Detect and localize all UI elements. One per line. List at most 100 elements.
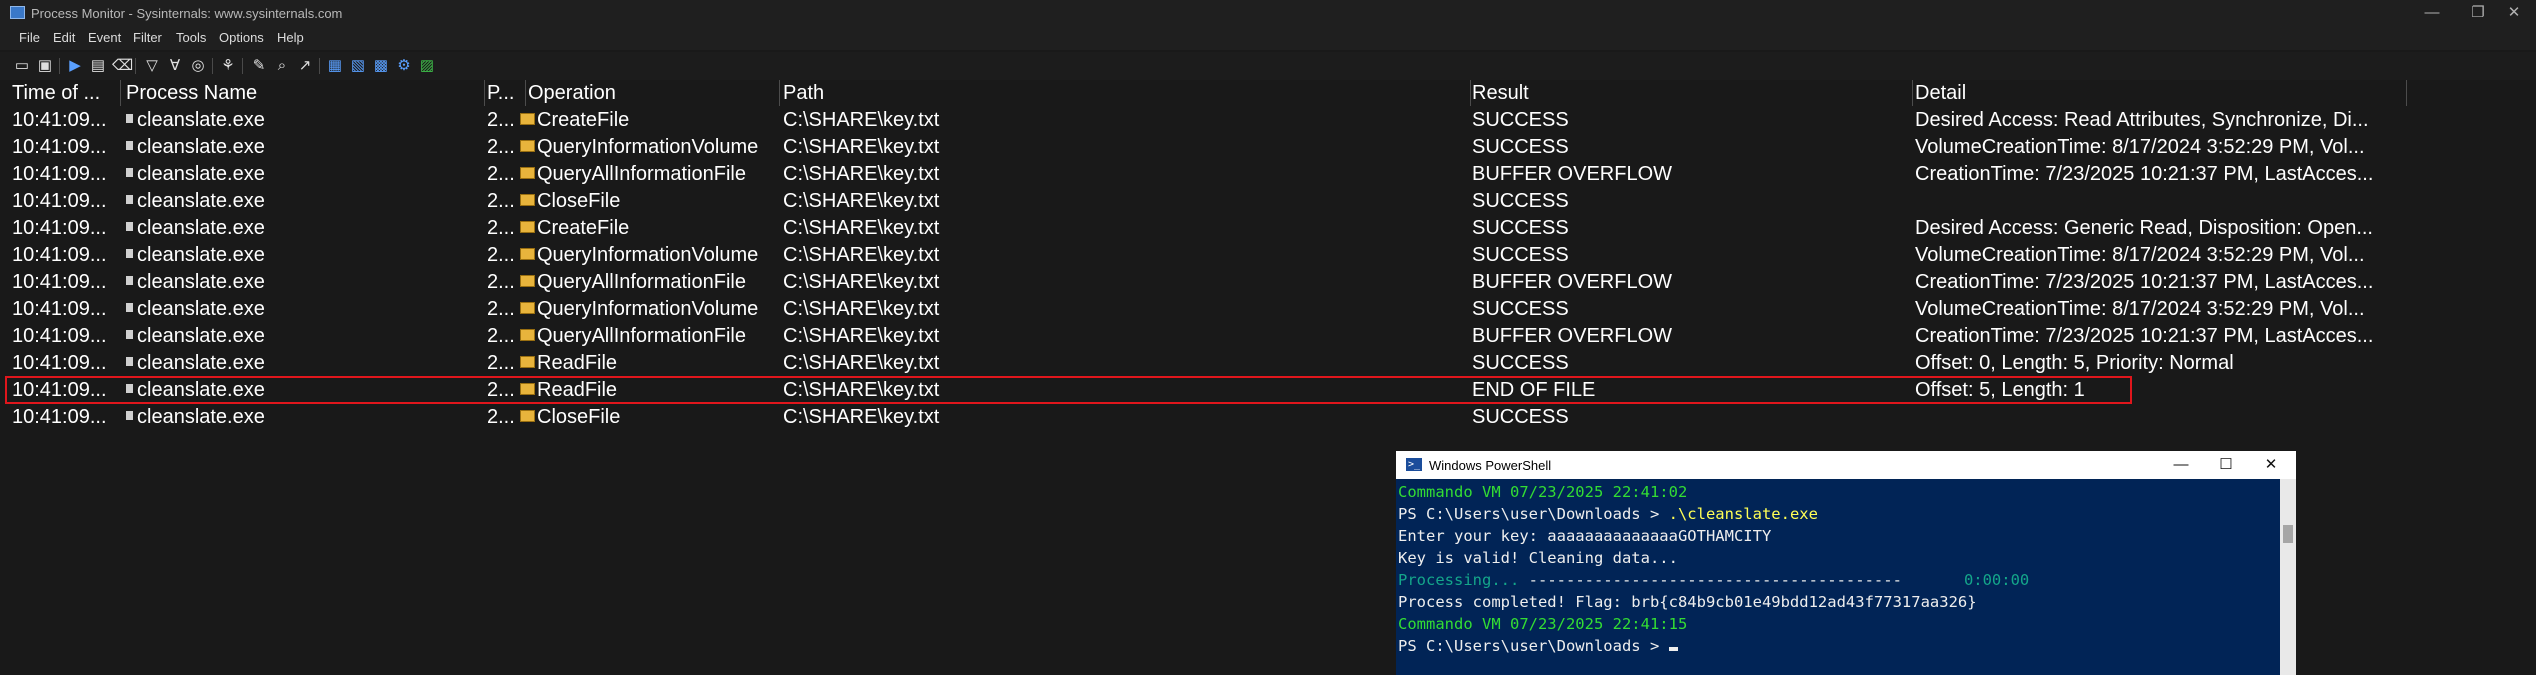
file-folder-icon <box>520 193 535 206</box>
column-header-process-name[interactable]: Process Name <box>126 80 486 106</box>
column-header-path[interactable]: Path <box>783 80 1473 106</box>
console-line: Commando VM 07/23/2025 22:41:02 <box>1398 483 1688 501</box>
open-icon[interactable]: ▭ <box>13 57 31 75</box>
cell-operation: CloseFile <box>520 404 782 431</box>
capture-icon[interactable]: ▶ <box>66 57 84 75</box>
cell-time-text: 10:41:09... <box>12 163 107 185</box>
file-activity-icon[interactable]: ▧ <box>349 57 367 75</box>
properties-icon[interactable]: ✎ <box>250 57 268 75</box>
autoscroll-icon[interactable]: ▤ <box>89 57 107 75</box>
filter-icon[interactable]: ▽ <box>143 57 161 75</box>
cell-path: C:\SHARE\key.txt <box>783 134 1468 161</box>
table-row[interactable]: 10:41:09... cleanslate.exe 2... QueryInform… <box>6 296 2506 323</box>
ps-minimize-button[interactable]: — <box>2161 454 2201 476</box>
jump-icon[interactable]: ↗ <box>296 57 314 75</box>
table-row[interactable]: 10:41:09... cleanslate.exe 2... CloseFile C:… <box>6 188 2506 215</box>
table-row[interactable]: 10:41:09... cleanslate.exe 2... QueryInform… <box>6 134 2506 161</box>
cell-process-name: cleanslate.exe <box>126 242 481 269</box>
menu-edit[interactable]: Edit <box>53 30 75 45</box>
process-tree-icon[interactable]: ⚘ <box>219 57 237 75</box>
minimize-button[interactable]: — <box>2412 3 2452 23</box>
cell-process-name-text: cleanslate.exe <box>137 244 265 266</box>
menu-options[interactable]: Options <box>219 30 264 45</box>
cell-process-name-text: cleanslate.exe <box>137 190 265 212</box>
network-activity-icon[interactable]: ▩ <box>372 57 390 75</box>
cell-process-name-text: cleanslate.exe <box>137 163 265 185</box>
process-icon <box>126 114 133 124</box>
cell-result: SUCCESS <box>1472 134 1912 161</box>
powershell-title-bar[interactable]: >_ Windows PowerShell — ☐ ✕ <box>1396 451 2296 479</box>
column-divider[interactable] <box>2406 80 2407 106</box>
powershell-window[interactable]: >_ Windows PowerShell — ☐ ✕ Commando VM … <box>1396 451 2296 675</box>
cell-path-text: C:\SHARE\key.txt <box>783 352 940 374</box>
cell-operation-text: QueryInformationVolume <box>537 244 759 266</box>
cell-path: C:\SHARE\key.txt <box>783 188 1468 215</box>
menu-filter[interactable]: Filter <box>133 30 162 45</box>
column-header-result[interactable]: Result <box>1472 80 1912 106</box>
clear-icon[interactable]: ⌫ <box>112 57 133 75</box>
table-row[interactable]: 10:41:09... cleanslate.exe 2... QueryInform… <box>6 242 2506 269</box>
column-header-pid[interactable]: P... <box>487 80 527 106</box>
column-divider[interactable] <box>779 80 780 106</box>
cell-path: C:\SHARE\key.txt <box>783 296 1468 323</box>
cell-result-text: BUFFER OVERFLOW <box>1472 163 1673 185</box>
toolbar-separator <box>212 58 213 74</box>
table-row[interactable]: 10:41:09... cleanslate.exe 2... CloseFile C:… <box>6 404 2506 431</box>
column-header-detail[interactable]: Detail <box>1915 80 2415 106</box>
cell-pid-text: 2... <box>487 298 515 320</box>
ps-close-button[interactable]: ✕ <box>2251 454 2291 476</box>
restore-button[interactable]: ❐ <box>2458 3 2498 23</box>
cell-pid: 2... <box>487 188 523 215</box>
close-button[interactable]: ✕ <box>2494 3 2534 23</box>
cell-time: 10:41:09... <box>12 107 120 134</box>
table-row[interactable]: 10:41:09... cleanslate.exe 2... CreateFile C… <box>6 215 2506 242</box>
table-row[interactable]: 10:41:09... cleanslate.exe 2... CreateFile C… <box>6 107 2506 134</box>
cell-detail-text: CreationTime: 7/23/2025 10:21:37 PM, Las… <box>1915 325 2374 347</box>
cell-result-text: SUCCESS <box>1472 190 1569 212</box>
find-icon[interactable]: ⌕ <box>273 57 291 75</box>
menu-bar: File Edit Event Filter Tools Options Hel… <box>0 26 2536 50</box>
table-row[interactable]: 10:41:09... cleanslate.exe 2... QueryAllInf… <box>6 323 2506 350</box>
column-divider[interactable] <box>120 80 121 106</box>
cell-path: C:\SHARE\key.txt <box>783 215 1468 242</box>
cell-operation-text: QueryInformationVolume <box>537 298 759 320</box>
column-header-operation[interactable]: Operation <box>528 80 778 106</box>
menu-file[interactable]: File <box>19 30 40 45</box>
table-row[interactable]: 10:41:09... cleanslate.exe 2... ReadFile C:\… <box>6 350 2506 377</box>
cell-time-text: 10:41:09... <box>12 217 107 239</box>
column-divider[interactable] <box>1470 80 1471 106</box>
cell-detail <box>1915 404 2415 431</box>
table-row[interactable]: 10:41:09... cleanslate.exe 2... QueryAllInf… <box>6 161 2506 188</box>
cell-process-name-text: cleanslate.exe <box>137 325 265 347</box>
cell-pid: 2... <box>487 404 523 431</box>
cell-result: SUCCESS <box>1472 242 1912 269</box>
cell-pid-text: 2... <box>487 136 515 158</box>
include-process-icon[interactable]: ◎ <box>189 57 207 75</box>
column-divider[interactable] <box>484 80 485 106</box>
cell-detail: VolumeCreationTime: 8/17/2024 3:52:29 PM… <box>1915 134 2415 161</box>
menu-event[interactable]: Event <box>88 30 121 45</box>
column-divider[interactable] <box>525 80 526 106</box>
highlight-icon[interactable]: ∀ <box>166 57 184 75</box>
toolbar: ▭ ▣ ▶ ▤ ⌫ ▽ ∀ ◎ ⚘ ✎ ⌕ ↗ ▦ ▧ ▩ ⚙ ▨ <box>0 52 2536 80</box>
menu-help[interactable]: Help <box>277 30 304 45</box>
powershell-scrollbar[interactable] <box>2280 479 2296 675</box>
profiling-activity-icon[interactable]: ▨ <box>418 57 436 75</box>
cell-time-text: 10:41:09... <box>12 190 107 212</box>
menu-tools[interactable]: Tools <box>176 30 206 45</box>
scrollbar-thumb[interactable] <box>2283 525 2293 543</box>
cell-detail: VolumeCreationTime: 8/17/2024 3:52:29 PM… <box>1915 242 2415 269</box>
table-row[interactable]: 10:41:09... cleanslate.exe 2... QueryAllInf… <box>6 269 2506 296</box>
cell-pid-text: 2... <box>487 271 515 293</box>
cell-path-text: C:\SHARE\key.txt <box>783 298 940 320</box>
cell-detail: Desired Access: Generic Read, Dispositio… <box>1915 215 2415 242</box>
save-icon[interactable]: ▣ <box>36 57 54 75</box>
ps-maximize-button[interactable]: ☐ <box>2206 454 2246 476</box>
powershell-console[interactable]: Commando VM 07/23/2025 22:41:02 PS C:\Us… <box>1398 481 2278 675</box>
process-activity-icon[interactable]: ⚙ <box>395 57 413 75</box>
console-line: Process completed! Flag: brb{c84b9cb01e4… <box>1398 593 1977 611</box>
registry-activity-icon[interactable]: ▦ <box>326 57 344 75</box>
column-divider[interactable] <box>1912 80 1913 106</box>
column-header-time[interactable]: Time of ... <box>12 80 120 106</box>
console-command: .\cleanslate.exe <box>1668 505 1818 523</box>
